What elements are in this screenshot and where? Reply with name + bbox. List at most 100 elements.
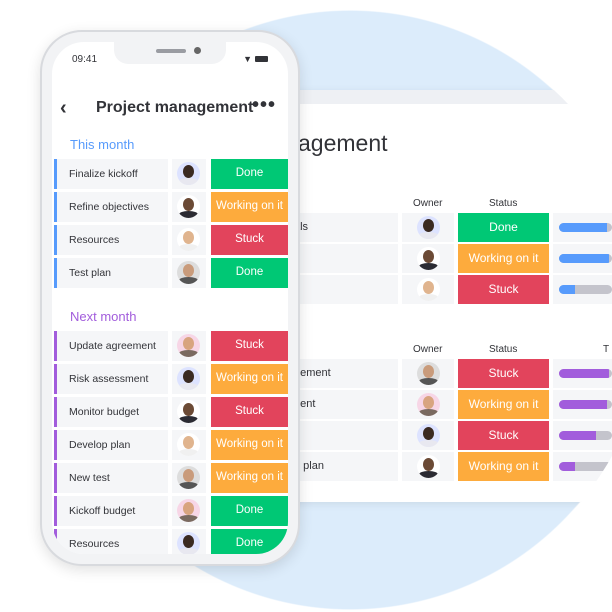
avatar xyxy=(417,362,440,385)
status-badge[interactable]: Done xyxy=(211,529,288,554)
owner-cell[interactable] xyxy=(402,244,454,273)
table-row[interactable]: Kickoff budget Done xyxy=(54,496,288,526)
task-name[interactable]: Refine objectives xyxy=(54,192,168,222)
status-badge[interactable]: Done xyxy=(211,258,288,288)
owner-cell[interactable] xyxy=(172,364,206,394)
owner-cell[interactable] xyxy=(402,390,454,419)
status-badge[interactable]: Done xyxy=(458,213,549,242)
status-badge[interactable]: Stuck xyxy=(458,359,549,388)
avatar-head xyxy=(423,281,434,294)
avatar-head xyxy=(183,165,194,178)
timeline-cell[interactable] xyxy=(553,390,612,419)
table-row[interactable]: Monitor budget Stuck xyxy=(54,397,288,427)
more-icon[interactable]: ••• xyxy=(252,94,276,117)
avatar-head xyxy=(423,458,434,471)
task-name[interactable]: Test plan xyxy=(54,258,168,288)
table-row[interactable]: Resources Stuck xyxy=(54,225,288,255)
owner-cell[interactable] xyxy=(402,452,454,481)
table-row[interactable]: Refine objectives Working on it xyxy=(54,192,288,222)
owner-cell[interactable] xyxy=(172,529,206,554)
status-badge[interactable]: Working on it xyxy=(458,390,549,419)
timeline-cell[interactable] xyxy=(553,275,612,304)
avatar xyxy=(417,247,440,270)
task-name[interactable]: New test xyxy=(54,463,168,493)
table-row[interactable]: Stuck xyxy=(285,275,612,304)
timeline-bar xyxy=(559,223,612,232)
status-badge[interactable]: Working on it xyxy=(211,463,288,493)
table-row[interactable]: nent Working on it xyxy=(285,390,612,419)
owner-cell[interactable] xyxy=(172,331,206,361)
task-name[interactable] xyxy=(290,421,398,450)
timeline-cell[interactable] xyxy=(553,244,612,273)
status-badge[interactable]: Stuck xyxy=(211,331,288,361)
table-row[interactable]: n plan Working on it xyxy=(285,452,612,481)
avatar xyxy=(177,499,200,522)
table-row[interactable]: Update agreement Stuck xyxy=(54,331,288,361)
table-row[interactable]: Develop plan Working on it xyxy=(54,430,288,460)
status-badge[interactable]: Stuck xyxy=(211,397,288,427)
avatar xyxy=(417,455,440,478)
task-name[interactable]: Resources xyxy=(54,529,168,554)
task-name[interactable]: Risk assessment xyxy=(54,364,168,394)
owner-cell[interactable] xyxy=(172,430,206,460)
status-badge[interactable]: Working on it xyxy=(458,452,549,481)
owner-cell[interactable] xyxy=(172,192,206,222)
status-badge[interactable]: Stuck xyxy=(458,421,549,450)
chevron-left-icon[interactable]: ‹ xyxy=(60,97,67,120)
timeline-fill xyxy=(559,285,575,294)
owner-cell[interactable] xyxy=(172,159,206,189)
task-name[interactable]: als xyxy=(290,213,398,242)
status-badge[interactable]: Working on it xyxy=(211,192,288,222)
timeline-fill xyxy=(559,431,597,440)
avatar-body xyxy=(179,416,198,423)
status-badge[interactable]: Working on it xyxy=(211,430,288,460)
task-name[interactable]: n plan xyxy=(290,452,398,481)
page-title: Project management xyxy=(96,99,254,116)
task-name[interactable] xyxy=(290,244,398,273)
task-name[interactable]: Finalize kickoff xyxy=(54,159,168,189)
owner-cell[interactable] xyxy=(172,258,206,288)
task-name[interactable]: Resources xyxy=(54,225,168,255)
avatar-head xyxy=(423,365,434,378)
avatar xyxy=(177,261,200,284)
task-name[interactable]: Monitor budget xyxy=(54,397,168,427)
table-row[interactable]: Test plan Done xyxy=(54,258,288,288)
owner-cell[interactable] xyxy=(402,421,454,450)
table-row[interactable]: Risk assessment Working on it xyxy=(54,364,288,394)
timeline-cell[interactable] xyxy=(553,421,612,450)
table-row[interactable]: Working on it xyxy=(285,244,612,273)
owner-cell[interactable] xyxy=(402,213,454,242)
table-row[interactable]: New test Working on it xyxy=(54,463,288,493)
avatar-body xyxy=(419,294,438,301)
avatar xyxy=(177,334,200,357)
owner-cell[interactable] xyxy=(172,463,206,493)
table-row[interactable]: Stuck xyxy=(285,421,612,450)
task-name[interactable] xyxy=(290,275,398,304)
timeline-cell[interactable] xyxy=(553,359,612,388)
avatar xyxy=(417,424,440,447)
status-badge[interactable]: Stuck xyxy=(458,275,549,304)
status-badge[interactable]: Working on it xyxy=(458,244,549,273)
owner-cell[interactable] xyxy=(172,496,206,526)
timeline-cell[interactable] xyxy=(553,213,612,242)
owner-cell[interactable] xyxy=(402,275,454,304)
group-label: Next month xyxy=(70,309,137,324)
task-name[interactable]: eement xyxy=(290,359,398,388)
task-name[interactable]: Update agreement xyxy=(54,331,168,361)
table-row[interactable]: eement Stuck xyxy=(285,359,612,388)
table-row[interactable]: Finalize kickoff Done xyxy=(54,159,288,189)
status-badge[interactable]: Stuck xyxy=(211,225,288,255)
status-badge[interactable]: Working on it xyxy=(211,364,288,394)
timeline-bar xyxy=(559,431,612,440)
status-badge[interactable]: Done xyxy=(211,159,288,189)
task-name[interactable]: Kickoff budget xyxy=(54,496,168,526)
owner-cell[interactable] xyxy=(172,397,206,427)
table-row[interactable]: Resources Done xyxy=(54,529,288,554)
owner-cell[interactable] xyxy=(402,359,454,388)
avatar xyxy=(177,228,200,251)
status-badge[interactable]: Done xyxy=(211,496,288,526)
task-name[interactable]: Develop plan xyxy=(54,430,168,460)
owner-cell[interactable] xyxy=(172,225,206,255)
task-name[interactable]: nent xyxy=(290,390,398,419)
table-row[interactable]: als Done xyxy=(285,213,612,242)
